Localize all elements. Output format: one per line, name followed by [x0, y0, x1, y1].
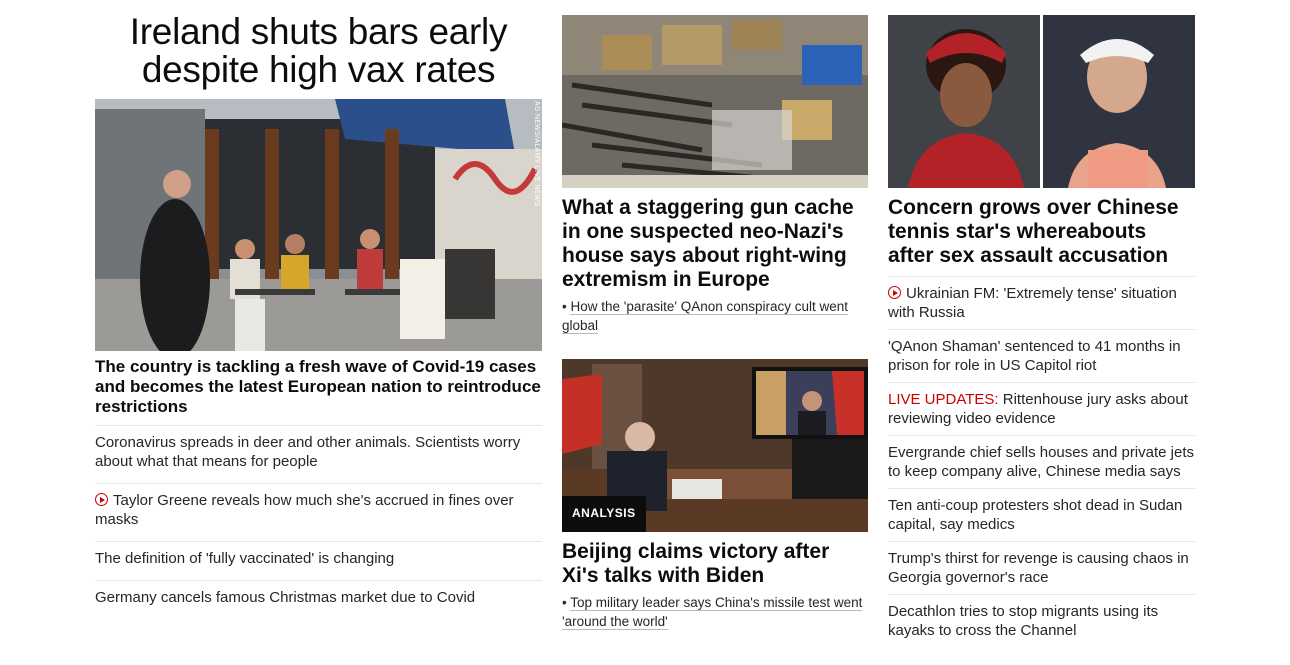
right-related-list: Ukrainian FM: 'Extremely tense' situatio…: [888, 276, 1195, 647]
play-video-icon: [95, 493, 108, 506]
gun-cache-image[interactable]: [562, 15, 868, 188]
lead-related-list: Coronavirus spreads in deer and other an…: [95, 425, 542, 619]
list-item[interactable]: Coronavirus spreads in deer and other an…: [95, 425, 542, 483]
list-item[interactable]: The definition of 'fully vaccinated' is …: [95, 541, 542, 580]
live-updates-label: LIVE UPDATES:: [888, 391, 999, 408]
lead-story: Ireland shuts bars early despite high va…: [95, 0, 542, 619]
tennis-headline[interactable]: Concern grows over Chinese tennis star's…: [888, 196, 1195, 268]
right-column: Concern grows over Chinese tennis star's…: [888, 0, 1195, 647]
lead-image-ireland-bar[interactable]: AG NEWS/ALAMY LIVE NEWS: [95, 99, 542, 351]
list-item[interactable]: Germany cancels famous Christmas market …: [95, 580, 542, 619]
analysis-badge: ANALYSIS: [562, 496, 646, 532]
list-item[interactable]: LIVE UPDATES: Rittenhouse jury asks abou…: [888, 382, 1195, 435]
list-item[interactable]: Evergrande chief sells houses and privat…: [888, 435, 1195, 488]
lead-headline[interactable]: Ireland shuts bars early despite high va…: [95, 13, 542, 89]
list-item[interactable]: Ukrainian FM: 'Extremely tense' situatio…: [888, 276, 1195, 329]
lead-summary[interactable]: The country is tackling a fresh wave of …: [95, 357, 542, 417]
related-link[interactable]: • How the 'parasite' QAnon conspiracy cu…: [562, 297, 868, 335]
xi-biden-headline[interactable]: Beijing claims victory after Xi's talks …: [562, 540, 868, 588]
list-item[interactable]: Trump's thirst for revenge is causing ch…: [888, 541, 1195, 594]
list-item[interactable]: 'QAnon Shaman' sentenced to 41 months in…: [888, 329, 1195, 382]
list-item[interactable]: Taylor Greene reveals how much she's acc…: [95, 483, 542, 541]
xi-biden-image[interactable]: ANALYSIS: [562, 359, 868, 532]
tennis-stars-image[interactable]: [888, 15, 1195, 188]
list-item[interactable]: Ten anti-coup protesters shot dead in Su…: [888, 488, 1195, 541]
image-credit: AG NEWS/ALAMY LIVE NEWS: [533, 101, 540, 207]
middle-column: What a staggering gun cache in one suspe…: [562, 0, 868, 631]
list-item[interactable]: Decathlon tries to stop migrants using i…: [888, 594, 1195, 647]
play-video-icon: [888, 286, 901, 299]
gun-cache-headline[interactable]: What a staggering gun cache in one suspe…: [562, 196, 868, 292]
related-link[interactable]: • Top military leader says China's missi…: [562, 593, 868, 631]
